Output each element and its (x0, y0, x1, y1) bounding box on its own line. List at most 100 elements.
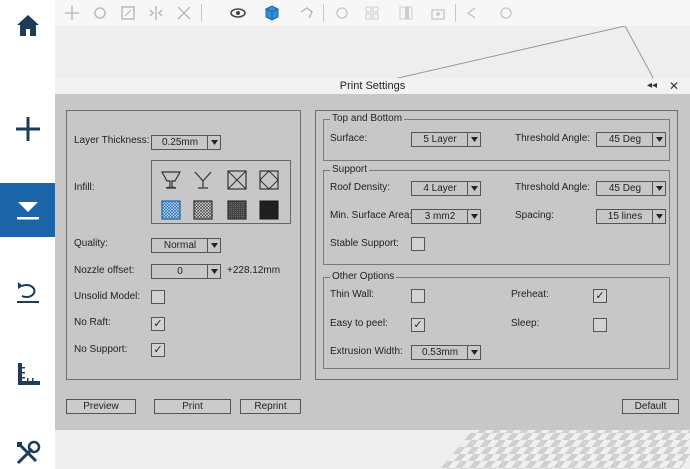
nozzle-offset-label: Nozzle offset: (74, 265, 135, 276)
infill-hollow-icon[interactable] (160, 169, 182, 191)
extrusion-width-select[interactable]: 0.53mm (411, 345, 481, 360)
chevron-down-icon (652, 210, 665, 223)
print-settings-dialog: Print Settings ◂◂ ✕ Layer Thickness: 0.2… (55, 78, 690, 430)
sleep-checkbox[interactable] (593, 318, 607, 332)
move-icon[interactable] (63, 4, 81, 22)
rotate-icon (16, 282, 39, 303)
tb-threshold-label: Threshold Angle: (515, 133, 591, 144)
infill-cross-icon[interactable] (226, 169, 248, 191)
infill-fine-icon[interactable] (160, 199, 182, 221)
quality-select[interactable]: Normal (151, 238, 221, 253)
chevron-down-icon (467, 182, 480, 195)
print-action-button[interactable]: Print (154, 399, 231, 414)
preview-button[interactable]: Preview (66, 399, 136, 414)
left-panel: Layer Thickness: 0.25mm Infill: Quality:… (66, 110, 301, 380)
add-model-button[interactable] (0, 112, 55, 146)
other-options-title: Other Options (330, 271, 397, 283)
chevron-down-icon (467, 210, 480, 223)
collapse-icon[interactable]: ◂◂ (647, 78, 657, 94)
quality-label: Quality: (74, 238, 108, 249)
chevron-down-icon (207, 136, 220, 149)
measure-button[interactable] (0, 356, 55, 392)
reprint-button[interactable]: Reprint (240, 399, 301, 414)
infill-shell-icon[interactable] (192, 169, 214, 191)
spacing-select[interactable]: 15 lines (596, 209, 666, 224)
roof-density-label: Roof Density: (330, 182, 391, 193)
layer-thickness-label: Layer Thickness: (74, 135, 150, 146)
support-threshold-label: Threshold Angle: (515, 182, 591, 193)
back-icon[interactable] (463, 4, 481, 22)
easy-peel-label: Easy to peel: (330, 318, 388, 329)
home-button[interactable] (0, 8, 55, 42)
camera-icon[interactable] (429, 4, 447, 22)
thin-wall-checkbox[interactable] (411, 289, 425, 303)
refresh-icon[interactable] (497, 4, 515, 22)
top-toolbar (55, 0, 690, 26)
cube-icon[interactable] (263, 4, 281, 22)
grid-icon[interactable] (363, 4, 381, 22)
dialog-title: Print Settings (55, 78, 690, 94)
infill-dense-icon[interactable] (226, 199, 248, 221)
chevron-down-icon (207, 265, 220, 278)
infill-solid-icon[interactable] (258, 199, 280, 221)
print-button[interactable] (0, 183, 55, 237)
support-group: Support Roof Density: 4 Layer Threshold … (323, 164, 670, 265)
print-bed-checker (434, 426, 690, 469)
spacing-label: Spacing: (515, 210, 554, 221)
surface-label: Surface: (330, 133, 368, 144)
undo-arrow-icon[interactable] (297, 4, 315, 22)
stable-support-label: Stable Support: (330, 238, 399, 249)
layout-icon[interactable] (397, 4, 415, 22)
right-panel: Top and Bottom Surface: 5 Layer Threshol… (315, 110, 678, 380)
no-raft-checkbox[interactable]: ✓ (151, 317, 165, 331)
view-icon[interactable] (229, 4, 247, 22)
unsolid-model-checkbox[interactable] (151, 290, 165, 304)
measure-icon (17, 363, 40, 385)
extrusion-width-label: Extrusion Width: (330, 346, 403, 357)
rotate-tool-icon[interactable] (91, 4, 109, 22)
roof-density-select[interactable]: 4 Layer (411, 181, 481, 196)
preheat-checkbox[interactable]: ✓ (593, 289, 607, 303)
print-icon (16, 202, 39, 220)
tools-icon (16, 440, 40, 464)
unsolid-model-label: Unsolid Model: (74, 291, 141, 302)
default-button[interactable]: Default (622, 399, 679, 414)
scale-icon[interactable] (119, 4, 137, 22)
infill-selector (151, 160, 291, 224)
support-threshold-select[interactable]: 45 Deg (596, 181, 666, 196)
nozzle-offset-select[interactable]: 0 (151, 264, 221, 279)
object-icon[interactable] (333, 4, 351, 22)
home-icon (16, 15, 39, 36)
mirror-icon[interactable] (147, 4, 165, 22)
layer-thickness-select[interactable]: 0.25mm (151, 135, 221, 150)
other-options-group: Other Options Thin Wall: Preheat: ✓ Easy… (323, 271, 670, 369)
no-support-label: No Support: (74, 344, 128, 355)
tools-button[interactable] (0, 436, 55, 469)
add-icon (15, 117, 40, 141)
chevron-down-icon (652, 182, 665, 195)
preheat-label: Preheat: (511, 289, 549, 300)
min-surface-select[interactable]: 3 mm2 (411, 209, 481, 224)
rotate-button[interactable] (0, 274, 55, 310)
chevron-down-icon (467, 346, 480, 359)
sidebar (0, 0, 55, 469)
sleep-label: Sleep: (511, 318, 540, 329)
support-title: Support (330, 164, 370, 176)
infill-label: Infill: (74, 182, 95, 193)
infill-diamond-icon[interactable] (258, 169, 280, 191)
close-icon[interactable]: ✕ (669, 78, 679, 94)
thin-wall-label: Thin Wall: (330, 289, 375, 300)
chevron-down-icon (652, 133, 665, 146)
top-bottom-group: Top and Bottom Surface: 5 Layer Threshol… (323, 113, 670, 161)
surface-select[interactable]: 5 Layer (411, 132, 481, 147)
stable-support-checkbox[interactable] (411, 237, 425, 251)
top-bottom-title: Top and Bottom (330, 113, 405, 125)
easy-peel-checkbox[interactable]: ✓ (411, 318, 425, 332)
min-surface-label: Min. Surface Area: (330, 210, 413, 221)
no-raft-label: No Raft: (74, 317, 111, 328)
infill-medium-icon[interactable] (192, 199, 214, 221)
tb-threshold-select[interactable]: 45 Deg (596, 132, 666, 147)
cut-icon[interactable] (175, 4, 193, 22)
chevron-down-icon (467, 133, 480, 146)
no-support-checkbox[interactable]: ✓ (151, 343, 165, 357)
